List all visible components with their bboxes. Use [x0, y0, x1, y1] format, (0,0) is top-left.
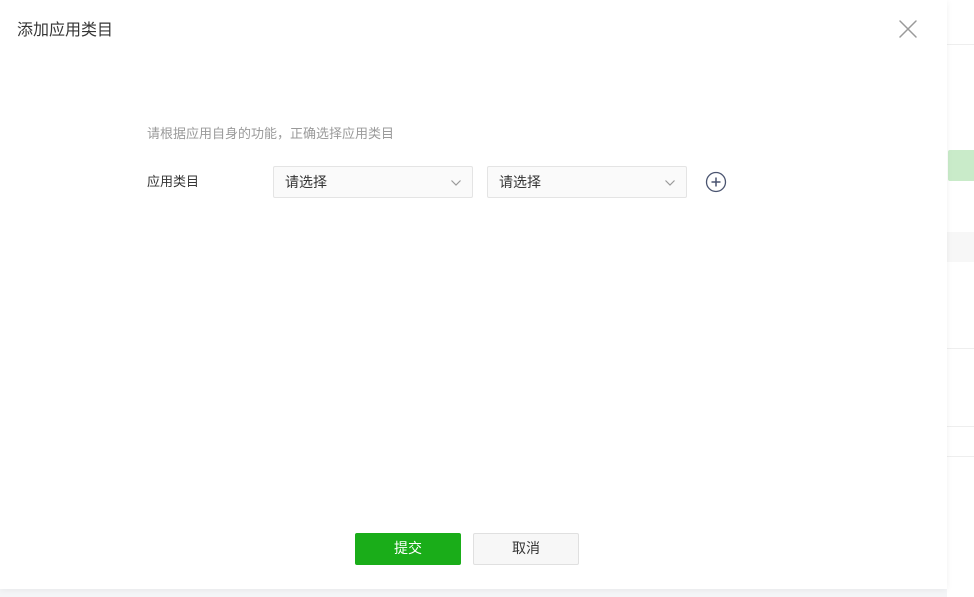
secondary-category-value: 请选择	[499, 175, 541, 191]
close-icon	[896, 17, 920, 41]
background-divider	[947, 348, 974, 349]
category-hint: 请根据应用自身的功能，正确选择应用类目	[147, 127, 395, 142]
category-label: 应用类目	[147, 175, 200, 190]
chevron-down-icon	[450, 177, 462, 189]
add-category-dialog: 添加应用类目 请根据应用自身的功能，正确选择应用类目 应用类目 请选择 请选择	[0, 0, 947, 589]
primary-category-select[interactable]: 请选择	[273, 166, 473, 198]
background-divider	[947, 426, 974, 427]
chevron-down-icon	[664, 177, 676, 189]
dialog-title: 添加应用类目	[17, 20, 114, 39]
cancel-button[interactable]: 取消	[473, 533, 579, 565]
primary-category-value: 请选择	[285, 175, 327, 191]
background-row-strip	[947, 232, 974, 262]
background-green-button	[948, 150, 974, 181]
background-divider	[947, 44, 974, 45]
submit-button[interactable]: 提交	[355, 533, 461, 565]
plus-circle-icon	[705, 171, 727, 193]
add-category-button[interactable]	[705, 171, 727, 193]
close-button[interactable]	[896, 17, 920, 41]
secondary-category-select[interactable]: 请选择	[487, 166, 687, 198]
background-panel	[947, 0, 974, 597]
background-divider	[947, 456, 974, 457]
